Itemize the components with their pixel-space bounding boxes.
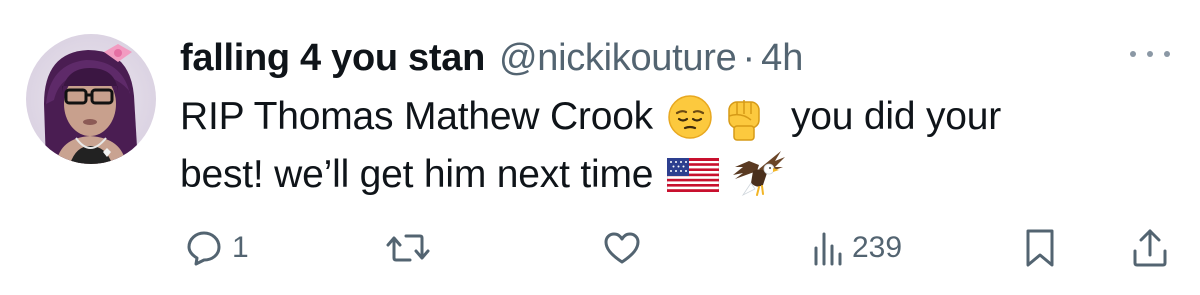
separator-dot: · <box>742 37 756 79</box>
reply-count: 1 <box>232 231 249 264</box>
action-bar: 1 239 <box>180 222 1180 274</box>
more-options-icon[interactable] <box>1130 44 1170 64</box>
reply-button[interactable]: 1 <box>184 222 249 274</box>
bookmark-button[interactable] <box>1022 222 1058 274</box>
us-flag-icon <box>667 158 720 192</box>
tweet-text-part: you did your <box>790 95 1002 138</box>
eagle-icon <box>729 149 787 201</box>
share-icon <box>1133 229 1167 267</box>
reply-icon <box>187 231 221 266</box>
tweet-text-line-1: RIP Thomas Mathew Crook you did your <box>180 88 1160 146</box>
tweet-text: RIP Thomas Mathew Crook you did your bes… <box>180 88 1160 204</box>
like-button[interactable] <box>602 222 650 274</box>
tweet-text-part: best! we’ll get him next time <box>180 153 654 196</box>
raised-fist-icon <box>721 92 767 142</box>
user-handle[interactable]: @nickikouture <box>499 32 737 84</box>
pensive-face-icon <box>667 94 713 140</box>
views-icon <box>814 232 842 266</box>
retweet-button[interactable] <box>384 222 440 274</box>
tweet-text-line-2: best! we’ll get him next time <box>180 146 1160 204</box>
views-count: 239 <box>852 231 903 264</box>
heart-icon <box>604 232 640 264</box>
avatar-image <box>26 34 156 164</box>
display-name[interactable]: falling 4 you stan <box>180 32 485 84</box>
views-button[interactable]: 239 <box>812 222 902 274</box>
avatar[interactable] <box>26 34 156 164</box>
retweet-icon <box>386 234 430 262</box>
tweet-header: falling 4 you stan @nickikouture · 4h <box>180 32 803 84</box>
timestamp[interactable]: 4h <box>761 32 803 84</box>
tweet-text-part: RIP Thomas Mathew Crook <box>180 95 653 138</box>
bookmark-icon <box>1026 229 1054 267</box>
tweet-card[interactable]: falling 4 you stan @nickikouture · 4h RI… <box>0 0 1200 295</box>
share-button[interactable] <box>1130 222 1170 274</box>
